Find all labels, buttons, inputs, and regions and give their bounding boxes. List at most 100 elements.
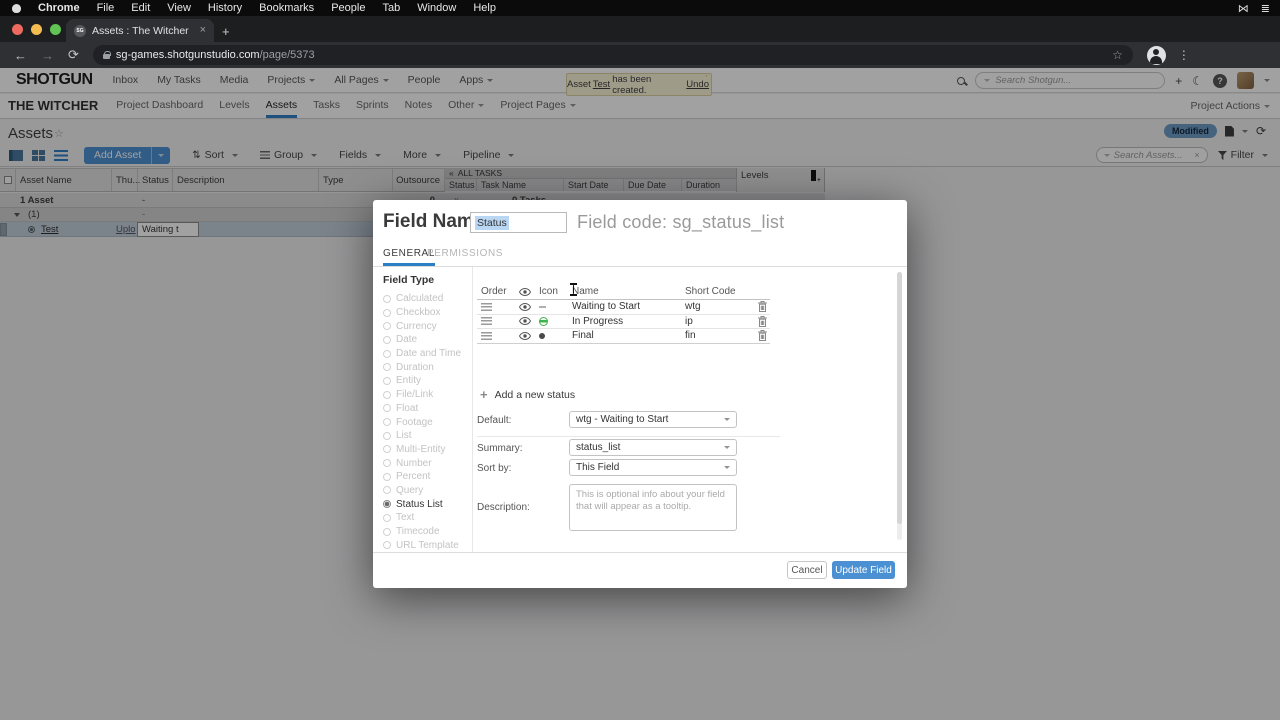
modal-scrollbar[interactable] [897,272,902,540]
menu-help[interactable]: Help [473,2,496,14]
drag-handle-icon[interactable] [481,302,492,311]
address-bar[interactable]: sg-games.shotgunstudio.com/page/5373 ☆ [92,45,1133,65]
radio-selected-icon [383,500,391,509]
description-textarea[interactable]: This is optional info about your field t… [569,484,737,531]
field-type-url-template: URL Template [383,538,471,552]
menu-history[interactable]: History [208,2,242,14]
menu-bookmarks[interactable]: Bookmarks [259,2,314,14]
status-row-ip[interactable]: In Progress ip [477,315,770,330]
drag-handle-icon[interactable] [481,331,492,340]
trash-icon[interactable] [758,301,767,313]
radio-icon [383,335,391,344]
field-type-number: Number [383,456,471,470]
browser-tabbar: SG Assets : The Witcher × + [0,16,1280,42]
divider [373,552,907,553]
browser-menu-icon[interactable]: ⋮ [1178,48,1190,62]
status-code[interactable]: wtg [685,300,701,314]
trash-icon[interactable] [758,315,767,327]
configure-field-dialog: Field Name Status Field code: sg_status_… [373,200,907,588]
description-label: Description: [477,502,530,513]
chevron-down-icon [724,418,730,421]
browser-toolbar: ← → ⟳ sg-games.shotgunstudio.com/page/53… [0,42,1280,68]
radio-icon [383,541,391,550]
new-tab-button[interactable]: + [222,25,230,38]
chevron-down-icon [724,466,730,469]
field-type-text: Text [383,511,471,525]
close-window-button[interactable] [12,24,23,35]
field-type-timecode: Timecode [383,525,471,539]
page-url: sg-games.shotgunstudio.com/page/5373 [115,49,315,61]
chevron-down-icon [724,446,730,449]
sort-by-select[interactable]: This Field [569,459,737,476]
menu-tab[interactable]: Tab [382,2,400,14]
visibility-eye-icon[interactable] [519,331,531,340]
radio-icon [383,459,391,468]
menu-window[interactable]: Window [417,2,456,14]
radio-icon [383,308,391,317]
status-list-table: Order Icon Name Short Code Waiting to St… [477,284,770,344]
trash-icon[interactable] [758,330,767,342]
browser-profile-avatar[interactable] [1146,45,1166,65]
menu-file[interactable]: File [97,2,115,14]
add-new-status-button[interactable]: + Add a new status [480,388,575,401]
cancel-button[interactable]: Cancel [787,561,827,579]
field-type-entity: Entity [383,374,471,388]
menu-chrome[interactable]: Chrome [38,2,80,14]
field-type-date-and-time: Date and Time [383,347,471,361]
radio-icon [383,376,391,385]
menu-people[interactable]: People [331,2,365,14]
status-final-icon[interactable] [539,332,545,339]
eye-icon [519,287,531,296]
back-button[interactable]: ← [14,48,27,63]
status-dash-icon[interactable] [539,305,546,308]
tab-close-icon[interactable]: × [200,25,206,36]
menu-view[interactable]: View [167,2,191,14]
drag-handle-icon[interactable] [481,317,492,326]
status-name[interactable]: Final [572,329,594,343]
radio-icon [383,445,391,454]
status-in-progress-icon[interactable] [539,316,548,326]
field-type-currency: Currency [383,319,471,333]
scroll-thumb[interactable] [897,272,902,524]
status-table-header: Order Icon Name Short Code [477,284,770,300]
forward-button[interactable]: → [41,48,54,63]
update-field-button[interactable]: Update Field [832,561,895,579]
field-type-date: Date [383,333,471,347]
screen: Chrome File Edit View History Bookmarks … [0,0,1280,720]
status-code[interactable]: fin [685,329,696,343]
divider [477,436,780,437]
col-order: Order [481,286,507,297]
menubar-list-icon[interactable]: ≣ [1261,2,1270,15]
menu-edit[interactable]: Edit [131,2,150,14]
field-type-heading: Field Type [383,274,435,286]
default-select[interactable]: wtg - Waiting to Start [569,411,737,428]
field-type-query: Query [383,484,471,498]
field-type-status-list[interactable]: Status List [383,497,471,511]
status-name[interactable]: In Progress [572,315,623,329]
radio-icon [383,527,391,536]
menubar-status-icon[interactable]: ⋈ [1238,2,1249,15]
status-row-wtg[interactable]: Waiting to Start wtg [477,300,770,315]
status-name[interactable]: Waiting to Start [572,300,640,314]
radio-icon [383,431,391,440]
zoom-window-button[interactable] [50,24,61,35]
radio-icon [383,363,391,372]
browser-tab[interactable]: SG Assets : The Witcher × [66,19,214,42]
col-icon: Icon [539,286,558,297]
tab-permissions[interactable]: PERMISSIONS [427,248,503,259]
summary-select[interactable]: status_list [569,439,737,456]
apple-icon[interactable] [12,3,21,13]
field-type-footage: Footage [383,415,471,429]
divider [472,267,473,553]
visibility-eye-icon[interactable] [519,302,531,311]
field-type-duration: Duration [383,360,471,374]
reload-button[interactable]: ⟳ [68,47,79,63]
minimize-window-button[interactable] [31,24,42,35]
lock-icon[interactable] [102,50,111,59]
tab-title: Assets : The Witcher [92,24,189,37]
bookmark-star-icon[interactable]: ☆ [1112,48,1123,62]
status-code[interactable]: ip [685,315,693,329]
field-name-input[interactable]: Status [470,212,567,233]
visibility-eye-icon[interactable] [519,317,531,326]
status-row-fin[interactable]: Final fin [477,329,770,344]
